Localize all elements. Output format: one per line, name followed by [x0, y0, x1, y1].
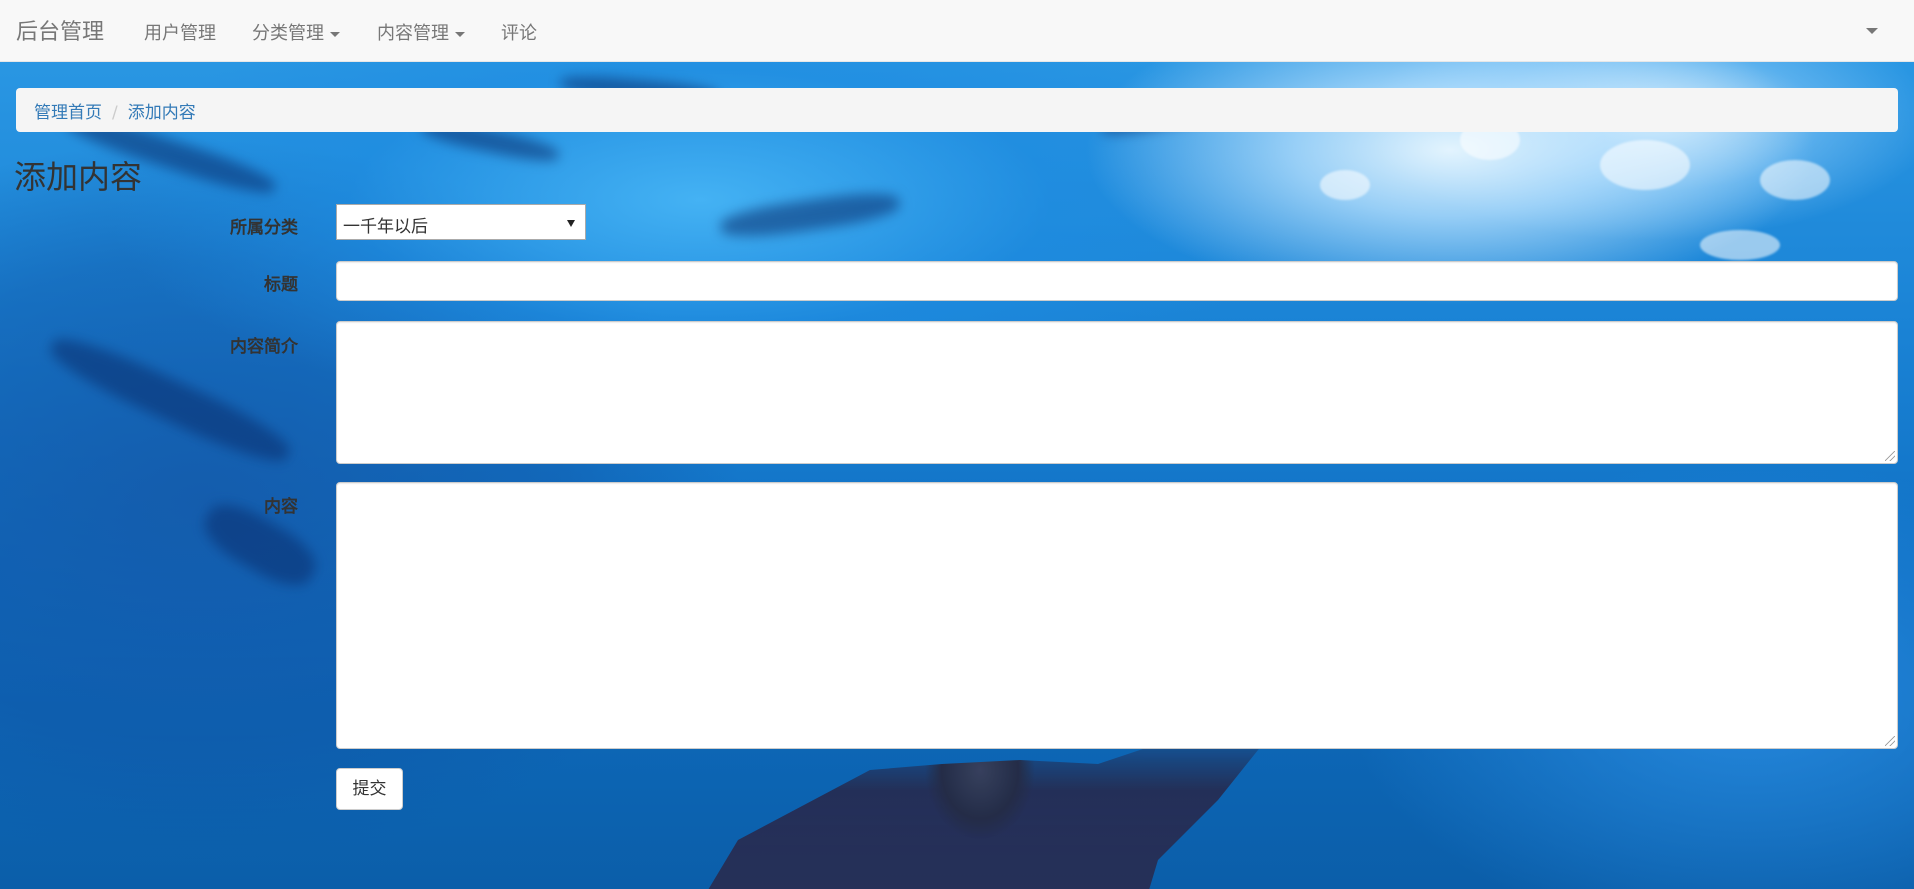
- nav-item-label: 分类管理: [252, 23, 324, 44]
- nav-item-label: 评论: [501, 23, 537, 44]
- breadcrumb-current-link[interactable]: 添加内容: [128, 103, 196, 123]
- chevron-down-icon: [330, 31, 340, 37]
- dropdown-arrow-icon: [567, 220, 575, 227]
- content-label: 内容: [264, 497, 298, 517]
- breadcrumb-separator: /: [112, 103, 118, 123]
- nav-item-label: 用户管理: [144, 23, 216, 44]
- nav-item-user-management[interactable]: 用户管理: [144, 19, 216, 45]
- summary-textarea[interactable]: [336, 321, 1898, 464]
- title-label: 标题: [264, 275, 298, 295]
- title-input[interactable]: [336, 261, 1898, 301]
- content-textarea[interactable]: [336, 482, 1898, 749]
- category-select[interactable]: 一千年以后: [336, 204, 586, 240]
- brand-title[interactable]: 后台管理: [16, 14, 104, 46]
- top-navbar: 后台管理 用户管理 分类管理 内容管理 评论: [0, 0, 1914, 62]
- breadcrumb: 管理首页 / 添加内容: [16, 88, 1898, 132]
- resize-handle-icon[interactable]: [1885, 736, 1895, 746]
- resize-handle-icon[interactable]: [1885, 451, 1895, 461]
- chevron-down-icon: [455, 31, 465, 37]
- page-title: 添加内容: [14, 158, 143, 196]
- summary-label: 内容简介: [230, 337, 298, 357]
- nav-item-content-management[interactable]: 内容管理: [377, 19, 465, 45]
- category-selected-value: 一千年以后: [343, 217, 428, 237]
- breadcrumb-home-link[interactable]: 管理首页: [34, 103, 102, 123]
- nav-item-category-management[interactable]: 分类管理: [252, 19, 340, 45]
- nav-item-label: 内容管理: [377, 23, 449, 44]
- category-label: 所属分类: [230, 218, 298, 238]
- submit-button[interactable]: 提交: [336, 768, 403, 810]
- nav-item-comments[interactable]: 评论: [501, 19, 537, 45]
- user-dropdown-toggle[interactable]: [1866, 28, 1878, 34]
